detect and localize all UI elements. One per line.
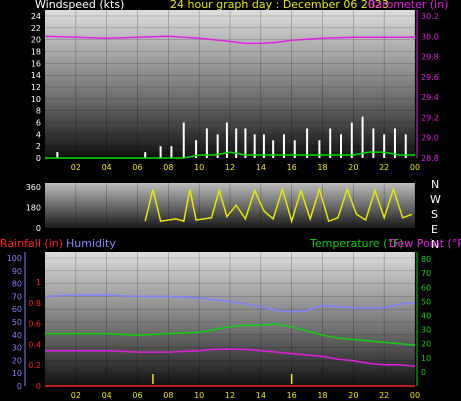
humidity-y-tick: 20 bbox=[12, 356, 22, 365]
barometer-label: Barometer (in) bbox=[368, 0, 449, 11]
x-tick-label: 04 bbox=[102, 391, 112, 400]
wind-y-tick: 10 bbox=[31, 95, 41, 104]
x-tick-label: 10 bbox=[194, 391, 204, 400]
x-tick-label: 06 bbox=[132, 163, 142, 172]
temp-y-tick: 10 bbox=[421, 354, 431, 363]
humidity-label: Humidity bbox=[66, 237, 116, 250]
wind-y-tick: 6 bbox=[36, 119, 41, 128]
x-tick-label: 08 bbox=[163, 391, 173, 400]
x-tick-label: 18 bbox=[317, 391, 327, 400]
baro-y-tick: 30.2 bbox=[421, 12, 439, 21]
x-tick-label: 10 bbox=[194, 163, 204, 172]
humidity-y-tick: 0 bbox=[17, 382, 22, 391]
wind-y-tick: 2 bbox=[36, 142, 41, 151]
wind-y-tick: 24 bbox=[31, 12, 41, 21]
x-tick-label: 06 bbox=[132, 391, 142, 400]
compass-w: W bbox=[430, 193, 441, 206]
graph-canvas: 02468101214161820222428.829.029.229.429.… bbox=[0, 0, 461, 400]
dir-y-tick: 0 bbox=[36, 224, 41, 233]
x-tick-label: 08 bbox=[163, 163, 173, 172]
temp-y-tick: 30 bbox=[421, 326, 431, 335]
baro-y-tick: 30.0 bbox=[421, 32, 439, 41]
wind-y-tick: 22 bbox=[31, 24, 41, 33]
wind-y-tick: 14 bbox=[31, 71, 41, 80]
x-tick-label: 02 bbox=[71, 391, 81, 400]
baro-y-tick: 29.0 bbox=[421, 134, 439, 143]
wind-y-tick: 4 bbox=[36, 130, 41, 139]
chart-title: 24 hour graph day : December 06 2023 bbox=[170, 0, 389, 11]
compass-s: S bbox=[431, 208, 438, 221]
x-tick-label: 12 bbox=[225, 391, 235, 400]
temp-y-tick: 70 bbox=[421, 269, 431, 278]
baro-y-tick: 29.2 bbox=[421, 113, 439, 122]
temp-y-tick: 0 bbox=[421, 368, 426, 377]
x-tick-label: 18 bbox=[317, 163, 327, 172]
humidity-y-tick: 30 bbox=[12, 344, 22, 353]
baro-y-tick: 29.4 bbox=[421, 93, 439, 102]
x-tick-label: 12 bbox=[225, 163, 235, 172]
rain-y-tick: 0.2 bbox=[28, 361, 41, 370]
x-tick-label: 14 bbox=[256, 391, 266, 400]
windspeed-label: Windspeed (kts) bbox=[35, 0, 124, 11]
wind-y-tick: 16 bbox=[31, 59, 41, 68]
rainfall-label: Rainfall (in) bbox=[0, 237, 63, 250]
x-tick-label: 16 bbox=[287, 391, 297, 400]
humidity-y-tick: 10 bbox=[12, 369, 22, 378]
humidity-y-tick: 50 bbox=[12, 318, 22, 327]
wind-y-tick: 8 bbox=[36, 107, 41, 116]
temp-y-tick: 20 bbox=[421, 340, 431, 349]
humidity-y-tick: 80 bbox=[12, 280, 22, 289]
wind-y-tick: 18 bbox=[31, 48, 41, 57]
temp-y-tick: 50 bbox=[421, 297, 431, 306]
x-tick-label: 22 bbox=[379, 163, 389, 172]
weather-graph: 0 2 4 6 8 10 12 14 16 18 20 22 24 28.8 29.0 29.2 29.4 29.… bbox=[0, 0, 461, 401]
humidity-y-tick: 40 bbox=[12, 331, 22, 340]
baro-y-tick: 28.8 bbox=[421, 154, 439, 163]
dir-y-tick: 180 bbox=[26, 204, 41, 213]
dir-y-tick: 360 bbox=[26, 183, 41, 192]
humidity-y-tick: 70 bbox=[12, 292, 22, 301]
x-tick-label: 02 bbox=[71, 163, 81, 172]
baro-y-tick: 29.6 bbox=[421, 73, 439, 82]
dewpoint-label: Dew Point (°F) bbox=[389, 237, 461, 250]
rain-y-tick: 1 bbox=[36, 278, 41, 287]
x-tick-label: 20 bbox=[348, 391, 358, 400]
baro-y-tick: 29.8 bbox=[421, 53, 439, 62]
humidity-y-tick: 60 bbox=[12, 305, 22, 314]
temp-y-tick: 40 bbox=[421, 311, 431, 320]
temp-y-tick: 60 bbox=[421, 283, 431, 292]
compass-n-top: N bbox=[431, 178, 439, 191]
rain-y-tick: 0.4 bbox=[28, 340, 41, 349]
rain-y-tick: 0 bbox=[36, 382, 41, 391]
temp-y-tick: 80 bbox=[421, 255, 431, 264]
x-tick-label: 00 bbox=[410, 391, 420, 400]
x-tick-label: 22 bbox=[379, 391, 389, 400]
x-tick-label: 04 bbox=[102, 163, 112, 172]
wind-y-tick: 0 bbox=[36, 154, 41, 163]
rain-y-tick: 0.8 bbox=[28, 299, 41, 308]
rain-y-tick: 0.6 bbox=[28, 320, 41, 329]
compass-e: E bbox=[431, 223, 438, 236]
x-tick-label: 20 bbox=[348, 163, 358, 172]
x-tick-label: 00 bbox=[410, 163, 420, 172]
humidity-y-tick: 90 bbox=[12, 267, 22, 276]
wind-y-tick: 12 bbox=[31, 83, 41, 92]
x-tick-label: 14 bbox=[256, 163, 266, 172]
x-tick-label: 16 bbox=[287, 163, 297, 172]
humidity-y-tick: 100 bbox=[7, 254, 22, 263]
wind-y-tick: 20 bbox=[31, 36, 41, 45]
